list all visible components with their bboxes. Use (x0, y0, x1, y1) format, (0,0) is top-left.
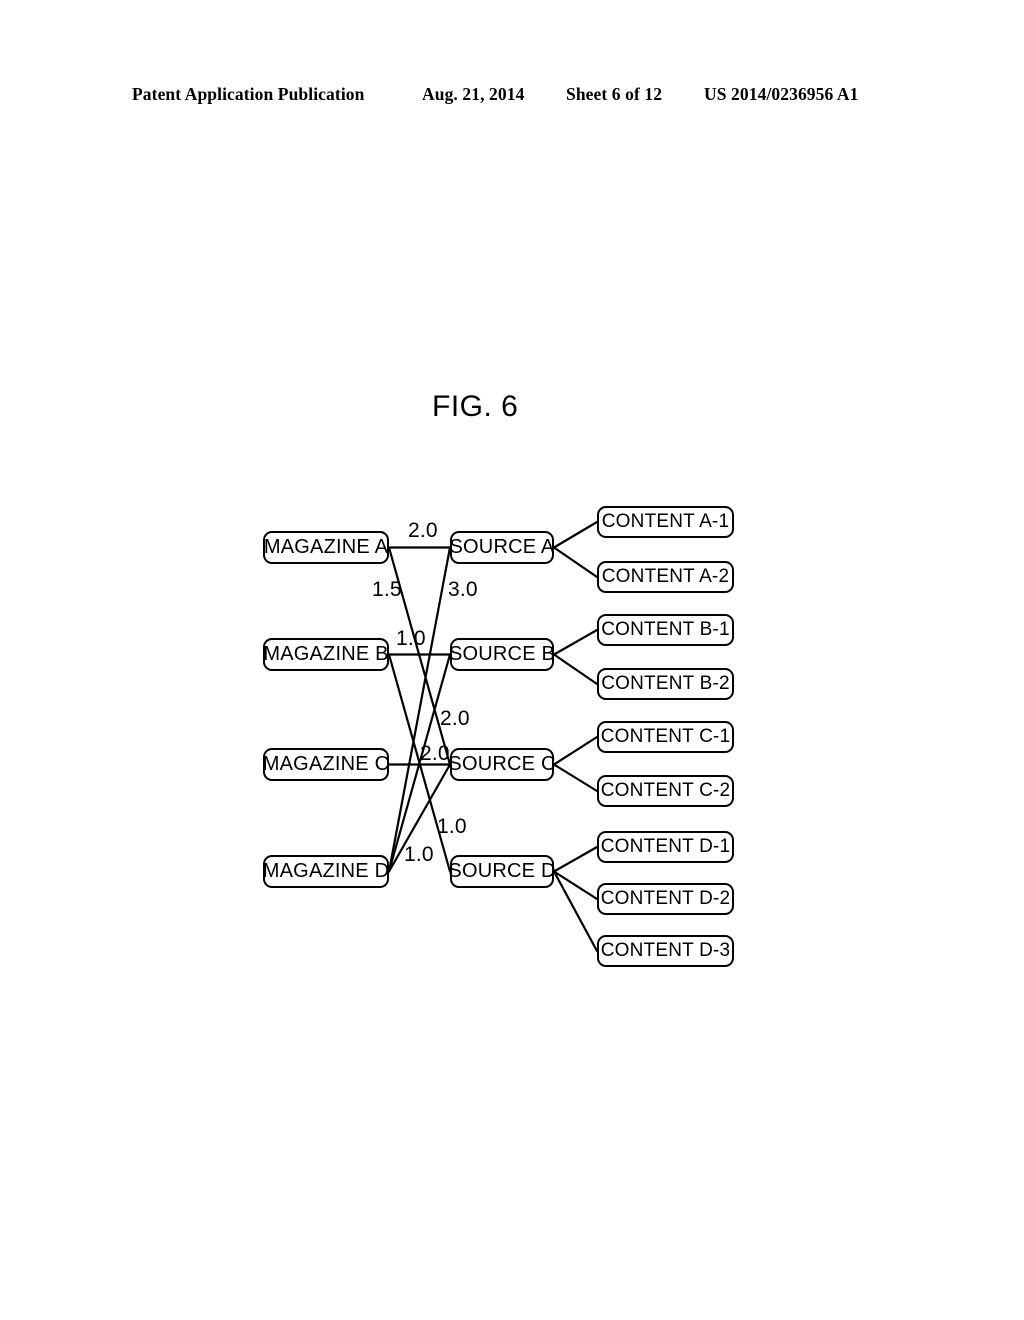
magazine-node-magazine-b: MAGAZINE B (263, 638, 389, 671)
node-label: CONTENT D-3 (600, 940, 731, 961)
weight-mag-d-src-c: 1.0 (404, 843, 434, 866)
node-label: CONTENT B-1 (601, 619, 730, 640)
content-node-content-b-2: CONTENT B-2 (597, 668, 734, 700)
edge-source-d-to-content-d-3 (552, 870, 599, 953)
magazine-node-magazine-d: MAGAZINE D (263, 855, 389, 888)
edge-source-c-to-content-c-1 (552, 735, 599, 766)
content-node-content-a-2: CONTENT A-2 (597, 561, 734, 593)
content-node-content-c-1: CONTENT C-1 (597, 721, 734, 753)
weight-mag-a-src-c: 1.5 (372, 578, 402, 601)
weight-mag-c-src-c: 2.0 (420, 742, 450, 765)
edge-source-c-to-content-c-2 (552, 763, 599, 793)
node-label: MAGAZINE A (263, 536, 389, 558)
edge-source-d-to-content-d-2 (552, 870, 599, 901)
edge-source-b-to-content-b-1 (552, 628, 599, 656)
magazine-node-magazine-c: MAGAZINE C (263, 748, 389, 781)
source-node-source-d: SOURCE D (448, 855, 556, 888)
node-label: CONTENT A-2 (601, 566, 730, 587)
node-label: MAGAZINE C (262, 753, 390, 775)
node-label: CONTENT D-2 (600, 888, 731, 909)
magazine-node-magazine-a: MAGAZINE A (263, 531, 389, 564)
source-node-source-a: SOURCE A (450, 531, 554, 564)
source-node-source-c: SOURCE C (448, 748, 556, 781)
weight-mag-a-src-a: 2.0 (408, 519, 438, 542)
node-label: MAGAZINE D (262, 860, 390, 882)
weight-mag-b-src-d: 1.0 (437, 815, 467, 838)
node-label: CONTENT D-1 (600, 836, 731, 857)
source-node-source-b: SOURCE B (448, 638, 556, 671)
node-label: SOURCE C (448, 753, 556, 775)
content-node-content-d-1: CONTENT D-1 (597, 831, 734, 863)
figure-diagram: MAGAZINE A MAGAZINE B MAGAZINE C MAGAZINE D… (0, 0, 1024, 1320)
edge-source-a-to-content-a-2 (552, 546, 599, 579)
edge-source-b-to-content-b-2 (552, 653, 599, 686)
content-node-content-c-2: CONTENT C-2 (597, 775, 734, 807)
weight-mag-d-src-b: 2.0 (440, 707, 470, 730)
node-label: SOURCE A (449, 536, 555, 558)
node-label: CONTENT A-1 (601, 511, 730, 532)
edge-source-a-to-content-a-1 (552, 520, 599, 549)
content-node-content-a-1: CONTENT A-1 (597, 506, 734, 538)
content-node-content-d-3: CONTENT D-3 (597, 935, 734, 967)
node-label: SOURCE D (448, 860, 556, 882)
edge-source-d-to-content-d-1 (552, 845, 599, 873)
weight-mag-d-src-a: 3.0 (448, 578, 478, 601)
node-label: MAGAZINE B (263, 643, 389, 665)
node-label: CONTENT C-2 (600, 780, 731, 801)
node-label: SOURCE B (448, 643, 556, 665)
content-node-content-b-1: CONTENT B-1 (597, 614, 734, 646)
node-label: CONTENT B-2 (601, 673, 730, 694)
node-label: CONTENT C-1 (600, 726, 731, 747)
content-node-content-d-2: CONTENT D-2 (597, 883, 734, 915)
weight-mag-b-src-b: 1.0 (396, 627, 426, 650)
